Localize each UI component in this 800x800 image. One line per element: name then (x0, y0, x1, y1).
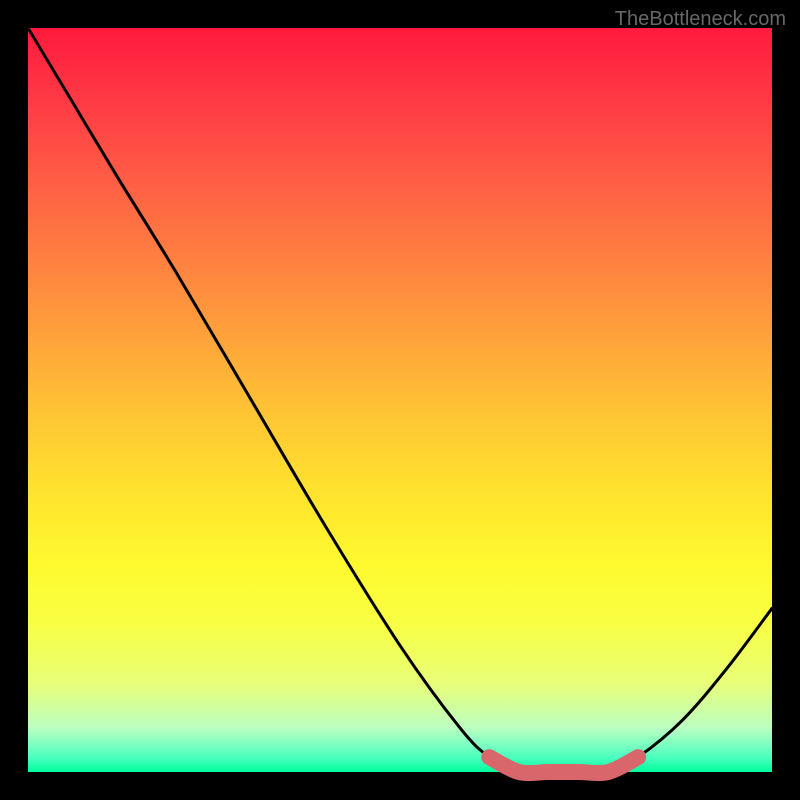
chart-svg (28, 28, 772, 772)
plot-area (28, 28, 772, 772)
watermark-text: TheBottleneck.com (615, 8, 786, 31)
highlight-segment-path (489, 757, 638, 773)
main-curve-path (28, 28, 772, 773)
